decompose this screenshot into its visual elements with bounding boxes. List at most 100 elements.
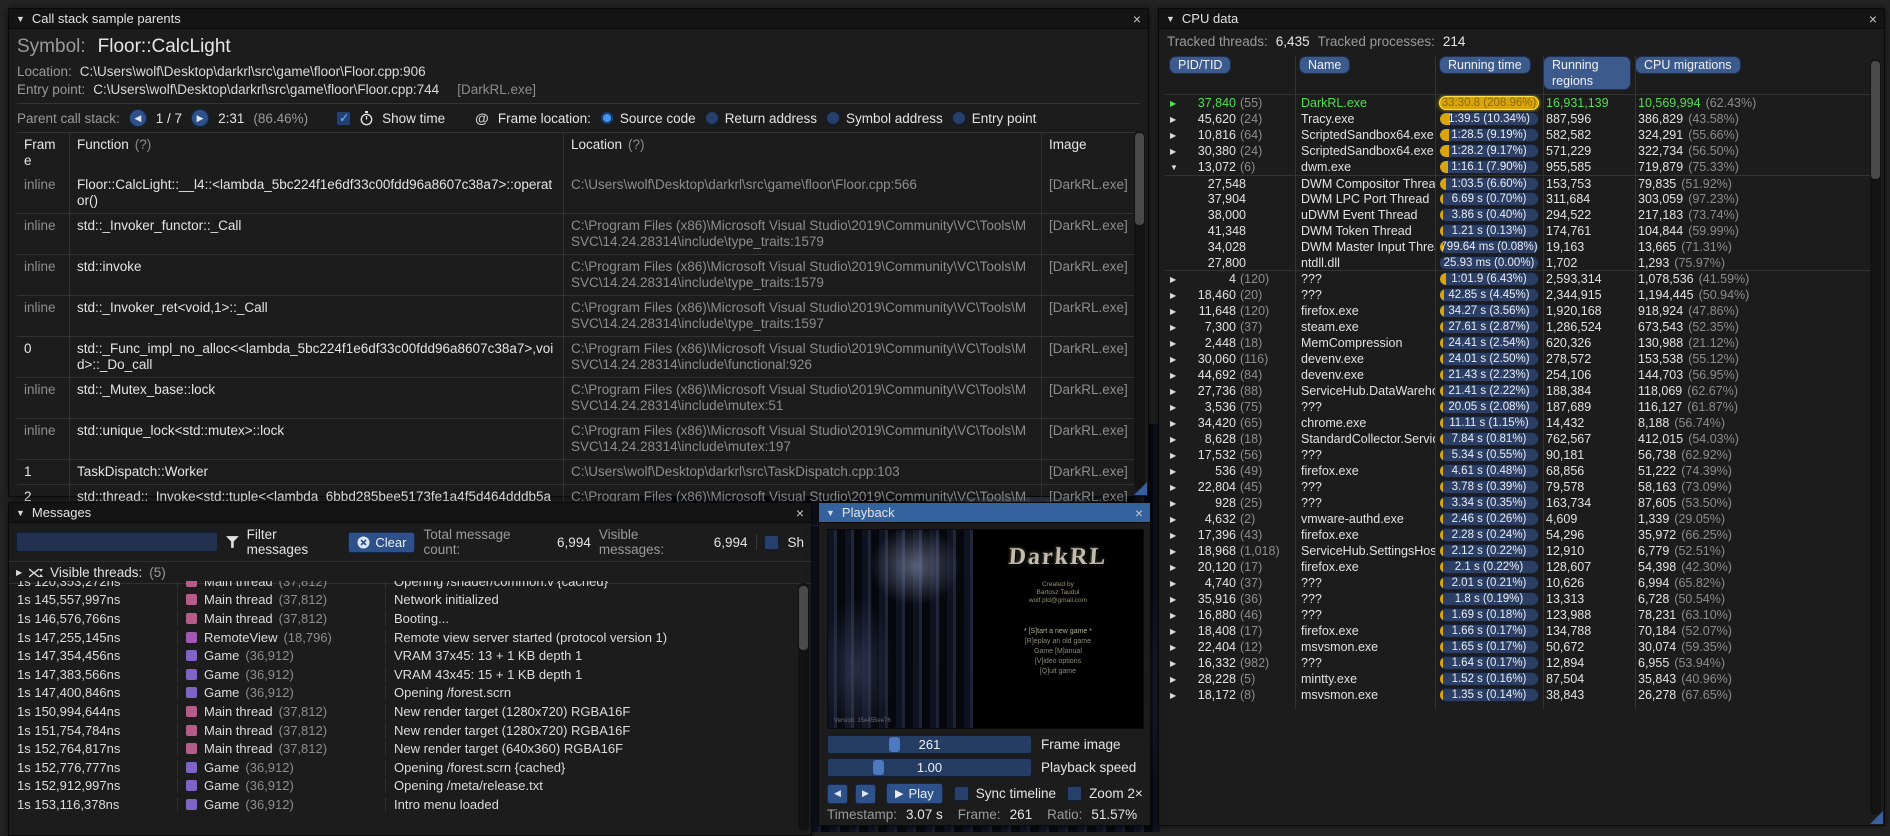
- resize-grip[interactable]: [1870, 811, 1883, 824]
- running-time-bar[interactable]: 21.41 s (2.22%): [1439, 384, 1539, 398]
- running-time-bar[interactable]: 1.66 s (0.17%): [1439, 624, 1539, 638]
- running-time-bar[interactable]: 1.64 s (0.17%): [1439, 656, 1539, 670]
- cpu-row[interactable]: ▶ 18,968 (1,018) ServiceHub.SettingsHost.ex…: [1165, 543, 1878, 559]
- running-time-bar[interactable]: 2.12 s (0.22%): [1439, 544, 1539, 558]
- running-time-bar[interactable]: 5.34 s (0.55%): [1439, 448, 1539, 462]
- col-location[interactable]: Location (?): [563, 133, 1041, 173]
- cpu-row[interactable]: ▶ 17,532 (56)??? 5.34 s (0.55%) 90,181 56,738…: [1165, 447, 1878, 463]
- running-time-bar[interactable]: 1:28.5 (9.19%): [1439, 128, 1539, 142]
- expander-closed-icon[interactable]: ▶: [1170, 115, 1180, 124]
- cpu-titlebar[interactable]: ▼ CPU data ×: [1159, 9, 1884, 29]
- expander-closed-icon[interactable]: ▶: [1170, 531, 1180, 540]
- cpu-row[interactable]: ▶ 4,740 (37)??? 2.01 s (0.21%) 10,626 6,994 (6…: [1165, 575, 1878, 591]
- running-time-bar[interactable]: 4.61 s (0.48%): [1439, 464, 1539, 478]
- cpu-row[interactable]: ▶ 30,060 (116) devenv.exe 24.01 s (2.50%) 278…: [1165, 351, 1878, 367]
- running-time-bar[interactable]: 1:16.1 (7.90%): [1439, 160, 1539, 174]
- cpu-row[interactable]: ▶ 37,840 (55) DarkRL.exe 33:30.8 (208.96%) 16…: [1165, 95, 1878, 111]
- cpu-row[interactable]: ▶ 20,120 (17) firefox.exe 2.1 s (0.22%) 128,6…: [1165, 559, 1878, 575]
- cpu-row[interactable]: ▶ 35,916 (36)??? 1.8 s (0.19%) 13,313 6,728 (5…: [1165, 591, 1878, 607]
- col-image[interactable]: Image: [1041, 133, 1140, 173]
- expander-closed-icon[interactable]: ▶: [1170, 323, 1180, 332]
- close-icon[interactable]: ×: [1869, 12, 1877, 26]
- expander-closed-icon[interactable]: ▶: [1170, 387, 1180, 396]
- message-row[interactable]: 1s 147,354,456ns Game (36,912) VRAM 37x45: …: [9, 646, 797, 665]
- message-row[interactable]: 1s 152,912,997ns Game (36,912) Opening /met…: [9, 777, 797, 796]
- running-time-bar[interactable]: 34.27 s (3.56%): [1439, 304, 1539, 318]
- collapse-icon[interactable]: ▼: [16, 508, 25, 518]
- running-time-bar[interactable]: 25.93 ms (0.00%): [1439, 255, 1539, 270]
- message-row[interactable]: 1s 150,994,644ns Main thread (37,812) New r…: [9, 702, 797, 721]
- expander-closed-icon[interactable]: ▶: [1170, 691, 1180, 700]
- expander-closed-icon[interactable]: ▶: [1170, 547, 1180, 556]
- filter-input[interactable]: [16, 532, 218, 552]
- callstack-titlebar[interactable]: ▼ Call stack sample parents ×: [9, 9, 1148, 29]
- expander-closed-icon[interactable]: ▶: [1170, 419, 1180, 428]
- expander-closed-icon[interactable]: ▶: [1170, 291, 1180, 300]
- collapse-icon[interactable]: ▼: [16, 14, 25, 24]
- running-time-bar[interactable]: 1:39.5 (10.34%): [1439, 112, 1539, 126]
- running-time-bar[interactable]: 1.21 s (0.13%): [1439, 224, 1539, 238]
- cpu-row[interactable]: ▶ 34,420 (65) chrome.exe 11.11 s (1.15%) 14,4…: [1165, 415, 1878, 431]
- message-row[interactable]: 1s 145,557,997ns Main thread (37,812) Netwo…: [9, 591, 797, 610]
- callstack-row[interactable]: 1 TaskDispatch::Worker C:\Users\wolf\Deskt…: [17, 459, 1140, 484]
- expander-closed-icon[interactable]: ▶: [1170, 483, 1180, 492]
- prev-parent-button[interactable]: ◀: [128, 109, 147, 127]
- callstack-row[interactable]: 0 std::_Func_impl_no_alloc<<lambda_5bc224…: [17, 336, 1140, 377]
- cpu-row[interactable]: ▶ 16,332 (982)??? 1.64 s (0.17%) 12,894 6,955…: [1165, 655, 1878, 671]
- cpu-row[interactable]: 37,904 DWM LPC Port Thread 6.69 s (0.70%) 3…: [1165, 191, 1878, 207]
- cpu-row[interactable]: 27,548 DWM Compositor Thread 1:03.5 (6.60%…: [1165, 175, 1878, 191]
- callstack-row[interactable]: inline Floor::CalcLight::__l4::<lambda_5b…: [17, 173, 1140, 213]
- col-running-regions[interactable]: Running regions: [1543, 56, 1631, 90]
- running-time-bar[interactable]: 1.8 s (0.19%): [1439, 592, 1539, 606]
- cpu-row[interactable]: ▼ 13,072 (6) dwm.exe 1:16.1 (7.90%) 955,585 71…: [1165, 159, 1878, 175]
- cpu-row[interactable]: ▶ 10,816 (64) ScriptedSandbox64.exe 1:28.5 (…: [1165, 127, 1878, 143]
- callstack-row[interactable]: inline std::_Mutex_base::lock C:\Program F…: [17, 377, 1140, 418]
- message-row[interactable]: 1s 151,754,784ns Main thread (37,812) New r…: [9, 721, 797, 740]
- expander-closed-icon[interactable]: ▶: [1170, 611, 1180, 620]
- expander-closed-icon[interactable]: ▶: [1170, 467, 1180, 476]
- running-time-bar[interactable]: 27.61 s (2.87%): [1439, 320, 1539, 334]
- col-running-time[interactable]: Running time: [1439, 56, 1531, 74]
- expander-closed-icon[interactable]: ▶: [1170, 675, 1180, 684]
- col-frame[interactable]: Frame: [17, 133, 69, 173]
- cpu-row[interactable]: ▶ 44,692 (84) devenv.exe 21.43 s (2.23%) 254,…: [1165, 367, 1878, 383]
- cpu-row[interactable]: ▶ 18,172 (8) msvsmon.exe 1.35 s (0.14%) 38,84…: [1165, 687, 1878, 703]
- close-icon[interactable]: ×: [796, 506, 804, 520]
- running-time-bar[interactable]: 1.65 s (0.17%): [1439, 640, 1539, 654]
- cpu-row[interactable]: ▶ 11,648 (120) firefox.exe 34.27 s (3.56%) 1,…: [1165, 303, 1878, 319]
- message-row[interactable]: 1s 152,776,777ns Game (36,912) Opening /for…: [9, 758, 797, 777]
- resize-grip[interactable]: [1134, 482, 1147, 495]
- cpu-row[interactable]: ▶ 16,880 (46)??? 1.69 s (0.18%) 123,988 78,23…: [1165, 607, 1878, 623]
- callstack-row[interactable]: inline std::unique_lock<std::mutex>::lock…: [17, 418, 1140, 459]
- expander-closed-icon[interactable]: ▶: [1170, 147, 1180, 156]
- running-time-bar[interactable]: 33:30.8 (208.96%): [1439, 96, 1539, 110]
- cpu-row[interactable]: ▶ 8,628 (18) StandardCollector.Service.e 7.8…: [1165, 431, 1878, 447]
- expander-closed-icon[interactable]: ▶: [1170, 403, 1180, 412]
- sync-timeline-checkbox[interactable]: [953, 786, 969, 801]
- next-frame-button[interactable]: ▶: [855, 783, 876, 804]
- col-pid-tid[interactable]: PID/TID: [1169, 56, 1232, 74]
- frame-location-radio[interactable]: [951, 111, 966, 125]
- running-time-bar[interactable]: 2.46 s (0.26%): [1439, 512, 1539, 526]
- playback-speed-slider[interactable]: 1.00: [827, 758, 1032, 777]
- close-icon[interactable]: ×: [1135, 506, 1143, 520]
- cpu-row[interactable]: ▶ 18,460 (20)??? 42.85 s (4.45%) 2,344,915 1,…: [1165, 287, 1878, 303]
- expander-closed-icon[interactable]: ▶: [1170, 339, 1180, 348]
- scrollbar-thumb[interactable]: [1135, 133, 1144, 225]
- expander-closed-icon[interactable]: ▶: [1170, 131, 1180, 140]
- running-time-bar[interactable]: 3.34 s (0.35%): [1439, 496, 1539, 510]
- clear-button[interactable]: Clear: [348, 531, 416, 553]
- expander-open-icon[interactable]: ▼: [1170, 163, 1180, 172]
- play-button[interactable]: ▶ Play: [886, 783, 943, 804]
- col-cpu-migrations[interactable]: CPU migrations: [1635, 56, 1741, 74]
- message-row[interactable]: 1s 147,383,566ns Game (36,912) VRAM 43x45: …: [9, 665, 797, 684]
- close-icon[interactable]: ×: [1133, 12, 1141, 26]
- callstack-row[interactable]: inline std::_Invoker_functor::_Call C:\Pro…: [17, 213, 1140, 254]
- cpu-row[interactable]: ▶ 18,408 (17) firefox.exe 1.66 s (0.17%) 134,…: [1165, 623, 1878, 639]
- cpu-row[interactable]: 41,348 DWM Token Thread 1.21 s (0.13%) 174,…: [1165, 223, 1878, 239]
- running-time-bar[interactable]: 2.1 s (0.22%): [1439, 560, 1539, 574]
- scrollbar-thumb[interactable]: [799, 586, 808, 650]
- expander-closed-icon[interactable]: ▶: [1170, 99, 1180, 108]
- callstack-scrollbar[interactable]: [1134, 131, 1145, 490]
- callstack-row[interactable]: inline std::_Invoker_ret<void,1>::_Call C:…: [17, 295, 1140, 336]
